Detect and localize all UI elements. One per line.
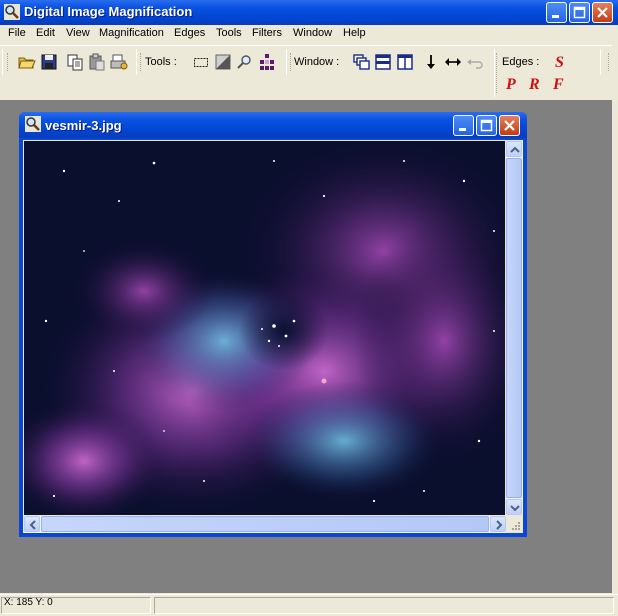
arrow-down-icon[interactable] [421,52,441,72]
menu-bar: File Edit View Magnification Edges Tools… [0,25,612,44]
minimize-button[interactable] [546,2,567,23]
edges-p-button[interactable]: P [506,76,516,94]
document-title: vesmir-3.jpg [45,118,122,133]
title-bar[interactable]: Digital Image Magnification [0,0,618,25]
close-button[interactable] [592,2,613,23]
tools-label: Tools : [145,56,177,68]
window-border [612,25,618,594]
menu-edit[interactable]: Edit [36,27,55,39]
gradient-icon[interactable] [213,52,233,72]
document-window: vesmir-3.jpg [19,112,527,537]
grid-icon[interactable] [257,52,277,72]
open-folder-icon[interactable] [17,52,37,72]
arrow-both-icon[interactable] [443,52,463,72]
paste-icon[interactable] [87,52,107,72]
doc-close-button[interactable] [499,115,520,136]
file-toolbar [2,49,133,75]
window-title: Digital Image Magnification [24,4,193,19]
vertical-scroll-thumb[interactable] [506,158,522,498]
scroll-left-button[interactable] [24,516,40,532]
edges-f-button[interactable]: F [553,76,564,94]
rect-select-icon[interactable] [191,52,211,72]
menu-window[interactable]: Window [293,27,332,39]
menu-view[interactable]: View [66,27,90,39]
scroll-right-button[interactable] [490,516,506,532]
copy-icon[interactable] [65,52,85,72]
tools-toolbar: Tools : [136,49,283,75]
toolbar-grip[interactable] [140,53,144,71]
status-bar [0,594,618,616]
main-window: Digital Image Magnification File Edit Vi… [0,0,618,616]
zoom-icon[interactable] [235,52,255,72]
maximize-button[interactable] [569,2,590,23]
document-title-bar[interactable]: vesmir-3.jpg [19,112,527,138]
menu-edges[interactable]: Edges [174,27,205,39]
arrow-back-disabled-icon [465,52,485,72]
doc-minimize-button[interactable] [453,115,474,136]
edges-r-button[interactable]: R [529,76,540,94]
vertical-scrollbar[interactable] [506,141,523,515]
menu-help[interactable]: Help [343,27,366,39]
image-file-icon [25,116,41,132]
menu-file[interactable]: File [8,27,26,39]
horizontal-scrollbar[interactable] [24,516,506,533]
toolbar-grip[interactable] [7,53,11,71]
status-panel-info [154,597,614,614]
window-toolbar: Window : [286,49,491,75]
menu-filters[interactable]: Filters [252,27,282,39]
document-client-area [23,140,523,533]
cascade-icon[interactable] [351,52,371,72]
edges-toolbar: Edges : S P R F [494,49,573,97]
tile-vertical-icon[interactable] [395,52,415,72]
resize-grip-icon[interactable] [507,517,523,533]
nebula-image[interactable] [24,141,505,515]
menu-magnification[interactable]: Magnification [99,27,164,39]
tile-horizontal-icon[interactable] [373,52,393,72]
print-icon[interactable] [109,52,129,72]
toolbar-grip[interactable] [496,53,500,93]
window-label: Window : [294,56,340,68]
horizontal-scroll-thumb[interactable] [41,516,489,532]
status-coordinates: X: 185 Y: 0 [4,597,53,608]
edges-s-button[interactable]: S [555,54,564,72]
edges-label: Edges : [502,56,540,68]
save-icon[interactable] [39,52,59,72]
menu-tools[interactable]: Tools [216,27,242,39]
scroll-down-button[interactable] [506,499,522,515]
scroll-up-button[interactable] [506,141,522,157]
toolbar-overflow [600,49,611,75]
magnifier-icon [4,4,20,20]
doc-maximize-button[interactable] [476,115,497,136]
toolbar-area: Tools : Window : Edges: S P R F [0,45,612,101]
